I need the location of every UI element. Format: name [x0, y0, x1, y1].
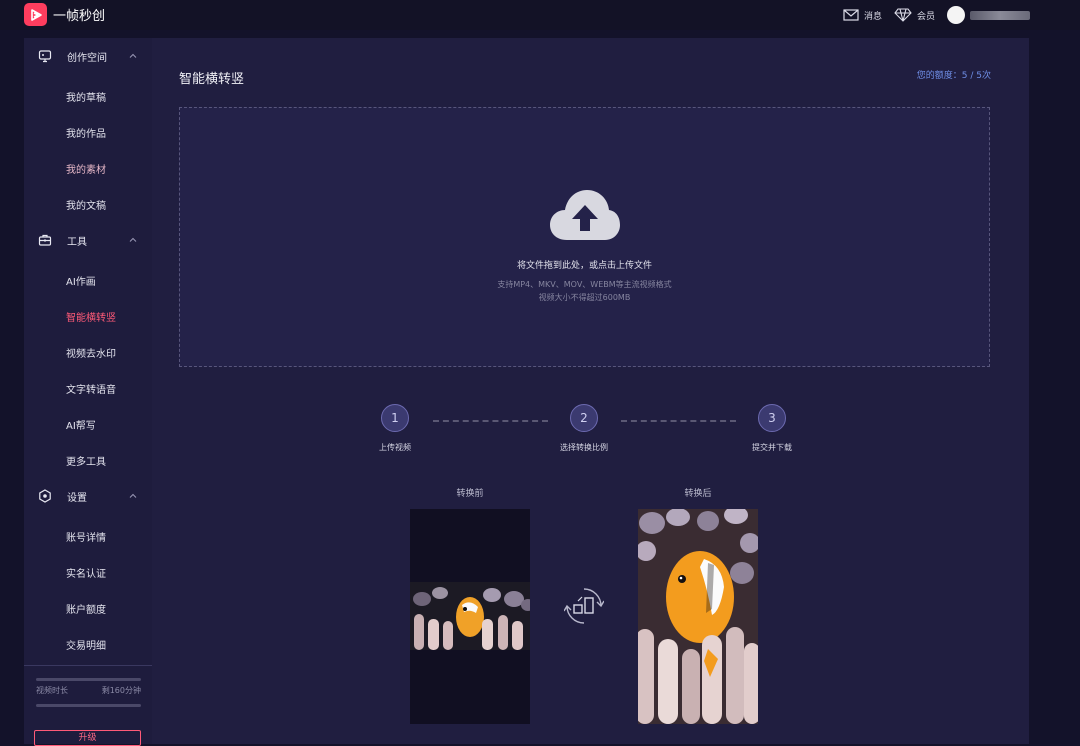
diamond-icon [894, 8, 912, 22]
step-connector [433, 420, 548, 422]
usage-label: 视频时长 [36, 686, 68, 695]
sidebar-group-label: 工具 [67, 236, 87, 248]
user-name-blurred [970, 10, 1030, 20]
avatar [947, 6, 965, 24]
monitor-icon [38, 50, 52, 63]
sidebar-item-scripts[interactable]: 我的文稿 [66, 197, 106, 212]
main-panel: 智能横转竖 您的额度：5 / 5次 将文件拖到此处，或点击上传文件 支持MP4、… [152, 38, 1029, 744]
chevron-up-icon [129, 237, 137, 242]
sidebar-item-landscape-to-portrait[interactable]: 智能横转竖 [66, 309, 116, 324]
step-connector [621, 420, 736, 422]
step-2-circle: 2 [570, 404, 598, 432]
usage-progress-bar-2 [36, 704, 141, 707]
quota-text: 您的额度：5 / 5次 [916, 71, 991, 81]
usage-value: 剩160分钟 [101, 686, 141, 695]
upload-size-limit: 视频大小不得超过600MB [538, 293, 631, 302]
upload-formats: 支持MP4、MKV、MOV、WEBM等主流视频格式 [497, 280, 672, 289]
sidebar-item-ai-writing[interactable]: AI帮写 [66, 417, 96, 432]
step-1-label: 上传视频 [379, 443, 411, 452]
upload-dropzone[interactable]: 将文件拖到此处，或点击上传文件 支持MP4、MKV、MOV、WEBM等主流视频格… [179, 107, 990, 367]
messages-label: 消息 [863, 11, 882, 22]
sidebar-item-transactions[interactable]: 交易明细 [66, 637, 106, 652]
sidebar-item-more-tools[interactable]: 更多工具 [66, 453, 106, 468]
top-right-actions: 消息 会员 [843, 0, 1030, 30]
step-2-label: 选择转换比例 [560, 443, 608, 452]
sidebar-divider [24, 665, 152, 666]
member-button[interactable]: 会员 [894, 8, 935, 22]
member-label: 会员 [916, 11, 935, 22]
step-3-circle: 3 [758, 404, 786, 432]
sidebar-item-ai-painting[interactable]: AI作画 [66, 273, 96, 288]
app-logo[interactable]: 一帧秒创 [24, 3, 105, 26]
app-name: 一帧秒创 [53, 9, 106, 24]
toolbox-icon [38, 234, 52, 246]
before-clownfish-image [410, 582, 530, 650]
before-label: 转换前 [456, 489, 484, 499]
cloud-upload-icon [550, 190, 620, 240]
sidebar-item-drafts[interactable]: 我的草稿 [66, 89, 106, 104]
usage-progress-bar [36, 678, 141, 681]
chevron-up-icon [129, 53, 137, 58]
after-label: 转换后 [684, 489, 712, 499]
sidebar-item-account-quota[interactable]: 账户额度 [66, 601, 106, 616]
chevron-up-icon [129, 493, 137, 498]
user-menu[interactable] [947, 6, 1030, 24]
upload-instruction: 将文件拖到此处，或点击上传文件 [516, 261, 652, 271]
after-preview [638, 509, 758, 724]
sidebar-group-tools[interactable]: 工具 [24, 226, 152, 254]
top-bar: 一帧秒创 消息 会员 [0, 0, 1080, 30]
logo-play-icon [24, 3, 47, 26]
before-preview [410, 509, 530, 724]
sidebar-item-real-name-auth[interactable]: 实名认证 [66, 565, 106, 580]
sidebar-item-text-to-speech[interactable]: 文字转语音 [66, 381, 116, 396]
sidebar-item-materials[interactable]: 我的素材 [66, 161, 106, 176]
sidebar-group-creation[interactable]: 创作空间 [24, 42, 152, 70]
usage-row: 视频时长 剩160分钟 [36, 685, 141, 696]
step-1-circle: 1 [381, 404, 409, 432]
after-clownfish-image [638, 509, 758, 724]
sidebar-group-label: 创作空间 [67, 52, 107, 64]
step-3-label: 提交并下载 [752, 443, 792, 452]
sidebar-item-works[interactable]: 我的作品 [66, 125, 106, 140]
sidebar-item-account-details[interactable]: 账号详情 [66, 529, 106, 544]
sidebar-group-settings[interactable]: 设置 [24, 482, 152, 510]
sidebar: 创作空间 我的草稿 我的作品 我的素材 我的文稿 工具 AI作画 智能横转竖 视… [24, 38, 152, 746]
sidebar-group-label: 设置 [67, 492, 87, 504]
page-title: 智能横转竖 [179, 72, 245, 87]
sidebar-item-remove-watermark[interactable]: 视频去水印 [66, 345, 116, 360]
settings-icon [39, 489, 51, 503]
mail-icon [843, 9, 859, 21]
messages-button[interactable]: 消息 [843, 9, 882, 22]
convert-icon [564, 588, 604, 624]
